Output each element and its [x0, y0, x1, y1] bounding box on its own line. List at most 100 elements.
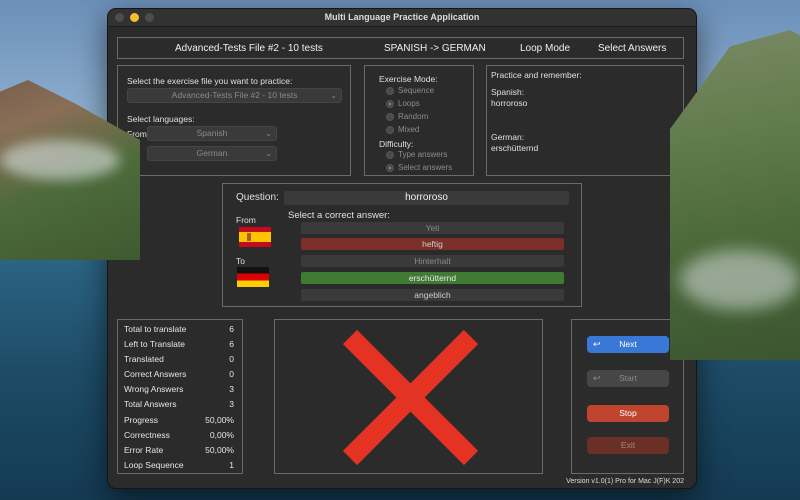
stat-value: 6	[229, 339, 234, 349]
stat-value: 0	[229, 369, 234, 379]
stat-label: Error Rate	[124, 445, 164, 455]
source-word: horroroso	[491, 98, 528, 108]
status-header: Advanced-Tests File #2 - 10 tests SPANIS…	[117, 37, 684, 59]
mode-loops-radio[interactable]: Loops	[386, 99, 420, 108]
stop-label: Stop	[619, 408, 637, 418]
stat-row: Correctness 0,00%	[124, 430, 234, 440]
from-flag-label: From	[236, 215, 256, 225]
radio-dot	[386, 125, 394, 134]
stat-label: Translated	[124, 354, 164, 364]
answer-option-2-wrong[interactable]: heftig	[301, 238, 564, 250]
stat-row: Translated 0	[124, 354, 234, 364]
radio-label: Select answers	[398, 163, 453, 172]
current-file: Advanced-Tests File #2 - 10 tests	[175, 43, 323, 54]
answer-option-5[interactable]: angeblich	[301, 289, 564, 301]
stat-row: Correct Answers 0	[124, 369, 234, 379]
stat-label: Left to Translate	[124, 339, 185, 349]
language-direction: SPANISH -> GERMAN	[384, 43, 486, 54]
difficulty-select-radio[interactable]: Select answers	[386, 163, 452, 172]
controls-panel: ↩ Next ↩ Start Stop Exit	[571, 319, 684, 474]
germany-flag-icon	[237, 267, 269, 287]
answer-option-4-correct[interactable]: erschütternd	[301, 272, 564, 284]
stop-button[interactable]: Stop	[587, 405, 669, 422]
from-language-select[interactable]: Spanish ⌄	[147, 126, 277, 141]
stat-row: Loop Sequence 1	[124, 460, 234, 470]
languages-prompt: Select languages:	[127, 114, 195, 124]
to-language-select[interactable]: German ⌄	[147, 146, 277, 161]
file-prompt: Select the exercise file you want to pra…	[127, 76, 293, 86]
stat-row: Wrong Answers 3	[124, 384, 234, 394]
target-language-label: German:	[491, 132, 525, 142]
radio-label: Mixed	[398, 125, 420, 134]
exit-button[interactable]: Exit	[587, 437, 669, 454]
to-flag-label: To	[236, 256, 245, 266]
version-label: Version v1.0(1) Pro for Mac J(F)K 202	[566, 478, 684, 485]
chevron-down-icon: ⌄	[265, 149, 272, 158]
next-label: Next	[619, 339, 637, 349]
practice-panel: Practice and remember: Spanish: horroros…	[486, 65, 684, 176]
question-label: Question:	[236, 192, 279, 203]
stat-value: 1	[229, 460, 234, 470]
stat-row: Left to Translate 6	[124, 339, 234, 349]
current-mode: Loop Mode	[520, 43, 571, 54]
app-window: Multi Language Practice Application Adva…	[107, 8, 697, 489]
exercise-file-value: Advanced-Tests File #2 - 10 tests	[171, 90, 298, 100]
stat-label: Loop Sequence	[124, 460, 184, 470]
chevron-down-icon: ⌄	[330, 91, 337, 100]
chevron-down-icon: ⌄	[265, 129, 272, 138]
exit-label: Exit	[620, 440, 636, 450]
stat-value: 6	[229, 324, 234, 334]
window-title: Multi Language Practice Application	[324, 12, 480, 22]
stat-value: 50,00%	[205, 445, 234, 455]
source-language-label: Spanish:	[491, 87, 525, 97]
answer-option-1[interactable]: Yeti	[301, 222, 564, 234]
return-arrow-icon: ↩	[593, 373, 601, 383]
radio-label: Loops	[398, 99, 420, 108]
mode-sequence-radio[interactable]: Sequence	[386, 86, 434, 95]
stat-row: Error Rate 50,00%	[124, 445, 234, 455]
next-button[interactable]: ↩ Next	[587, 336, 669, 353]
radio-label: Sequence	[398, 86, 435, 95]
mode-mixed-radio[interactable]: Mixed	[386, 125, 419, 134]
select-answer-label: Select a correct answer:	[288, 210, 390, 221]
radio-dot	[386, 150, 394, 159]
radio-label: Type answers	[398, 150, 448, 159]
practice-title: Practice and remember:	[491, 70, 582, 80]
title-bar: Multi Language Practice Application	[108, 9, 696, 27]
stat-value: 3	[229, 384, 234, 394]
stat-label: Correctness	[124, 430, 170, 440]
mode-title: Exercise Mode:	[379, 74, 438, 84]
start-label: Start	[619, 373, 637, 383]
stat-label: Total Answers	[124, 399, 177, 409]
start-button[interactable]: ↩ Start	[587, 370, 669, 387]
mode-random-radio[interactable]: Random	[386, 112, 428, 121]
answer-feedback-area	[274, 319, 543, 474]
exercise-selection-panel: Select the exercise file you want to pra…	[117, 65, 351, 176]
difficulty-title: Difficulty:	[379, 139, 414, 149]
from-language-value: Spanish	[196, 128, 228, 138]
to-language-value: German	[196, 148, 228, 158]
exercise-file-select[interactable]: Advanced-Tests File #2 - 10 tests ⌄	[127, 88, 342, 103]
target-word: erschütternd	[491, 143, 539, 153]
answer-option-3[interactable]: Hinterhalt	[301, 255, 564, 267]
return-arrow-icon: ↩	[593, 339, 601, 349]
spain-flag-icon	[239, 227, 271, 247]
question-panel: Question: horroroso From To Select a cor…	[222, 183, 582, 307]
radio-dot-selected	[386, 163, 394, 172]
stat-value: 3	[229, 399, 234, 409]
stat-label: Progress	[124, 415, 159, 425]
stat-value: 0,00%	[209, 430, 234, 440]
question-word: horroroso	[284, 191, 569, 205]
radio-label: Random	[398, 112, 429, 121]
radio-dot-selected	[386, 99, 394, 108]
stat-label: Total to translate	[124, 324, 187, 334]
stat-row: Progress 50,00%	[124, 415, 234, 425]
radio-dot	[386, 112, 394, 121]
stat-label: Correct Answers	[124, 369, 187, 379]
current-difficulty: Select Answers	[598, 43, 667, 54]
statistics-panel: Total to translate 6 Left to Translate 6 T…	[117, 319, 243, 474]
wrong-answer-cross-icon	[342, 329, 479, 466]
stat-row: Total to translate 6	[124, 324, 234, 334]
radio-dot	[386, 86, 394, 95]
difficulty-type-radio[interactable]: Type answers	[386, 150, 447, 159]
